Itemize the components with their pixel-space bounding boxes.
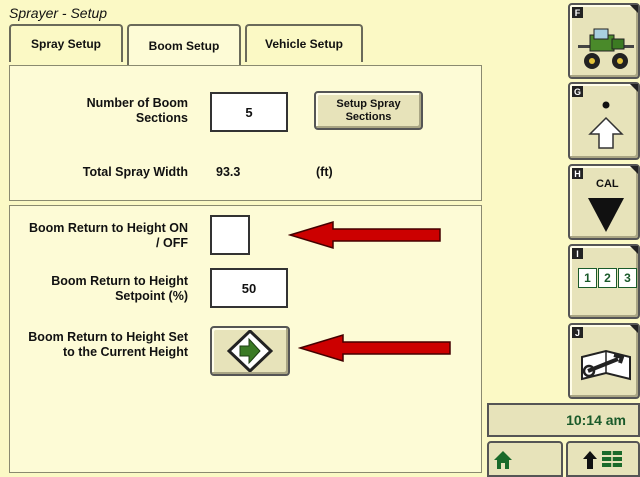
digit-box: 1: [578, 268, 597, 288]
boom-sections-panel: [9, 65, 482, 201]
softkey-letter: H: [572, 168, 583, 179]
return-height-setpoint-input[interactable]: 50: [210, 268, 288, 308]
set-current-height-button[interactable]: [210, 326, 290, 376]
clock-display: 10:14 am: [487, 403, 640, 437]
sprayer-vehicle-icon: [578, 28, 634, 69]
return-height-setpoint-label: Boom Return to Height Setpoint (%): [51, 274, 188, 303]
boom-sections-input[interactable]: 5: [210, 92, 288, 132]
menu-button[interactable]: [566, 441, 640, 477]
home-button[interactable]: [487, 441, 563, 477]
shift-up-arrow-icon: [588, 101, 624, 149]
indicator-arrow-current-height: [298, 333, 451, 363]
diamond-arrow-icon: [227, 330, 273, 372]
softkey-h-cal[interactable]: H CAL: [568, 164, 640, 240]
softkey-g-shift[interactable]: G: [568, 82, 640, 160]
total-spray-width-label: Total Spray Width: [82, 165, 188, 179]
return-height-current-label: Boom Return to Height Set to the Current…: [28, 330, 188, 359]
home-icon: [494, 451, 512, 469]
corner-marker: [630, 5, 638, 13]
corner-marker: [630, 325, 638, 333]
tab-vehicle-setup[interactable]: Vehicle Setup: [245, 24, 363, 62]
digit-box: 3: [618, 268, 637, 288]
softkey-letter: J: [572, 327, 583, 338]
softkey-letter: I: [572, 248, 583, 259]
softkey-letter: G: [572, 86, 583, 97]
numbered-boxes-icon: 1 2 3: [578, 268, 637, 288]
digit-box: 2: [598, 268, 617, 288]
softkey-letter: F: [572, 7, 583, 18]
corner-marker: [630, 84, 638, 92]
return-height-onoff-checkbox[interactable]: [210, 215, 250, 255]
up-arrow-menu-icon: [583, 451, 622, 469]
softkey-i-numbered[interactable]: I 1 2 3: [568, 244, 640, 319]
total-spray-width-value: 93.3: [216, 165, 241, 179]
boom-sections-label: Number of Boom Sections: [86, 96, 188, 125]
page-title: Sprayer - Setup: [9, 5, 108, 21]
setup-spray-sections-button[interactable]: Setup Spray Sections: [314, 91, 423, 130]
softkey-f-vehicle[interactable]: F: [568, 3, 640, 79]
manual-wrench-icon: [581, 349, 631, 381]
softkey-j-manual[interactable]: J: [568, 323, 640, 399]
corner-marker: [630, 166, 638, 174]
cal-label: CAL: [596, 178, 619, 190]
corner-marker: [630, 246, 638, 254]
indicator-arrow-onoff: [288, 220, 441, 250]
return-height-onoff-label: Boom Return to Height ON / OFF: [28, 221, 188, 250]
total-spray-width-unit: (ft): [316, 165, 333, 179]
down-triangle-icon: [588, 198, 624, 232]
tab-spray-setup[interactable]: Spray Setup: [9, 24, 123, 62]
tab-boom-setup[interactable]: Boom Setup: [127, 24, 241, 66]
